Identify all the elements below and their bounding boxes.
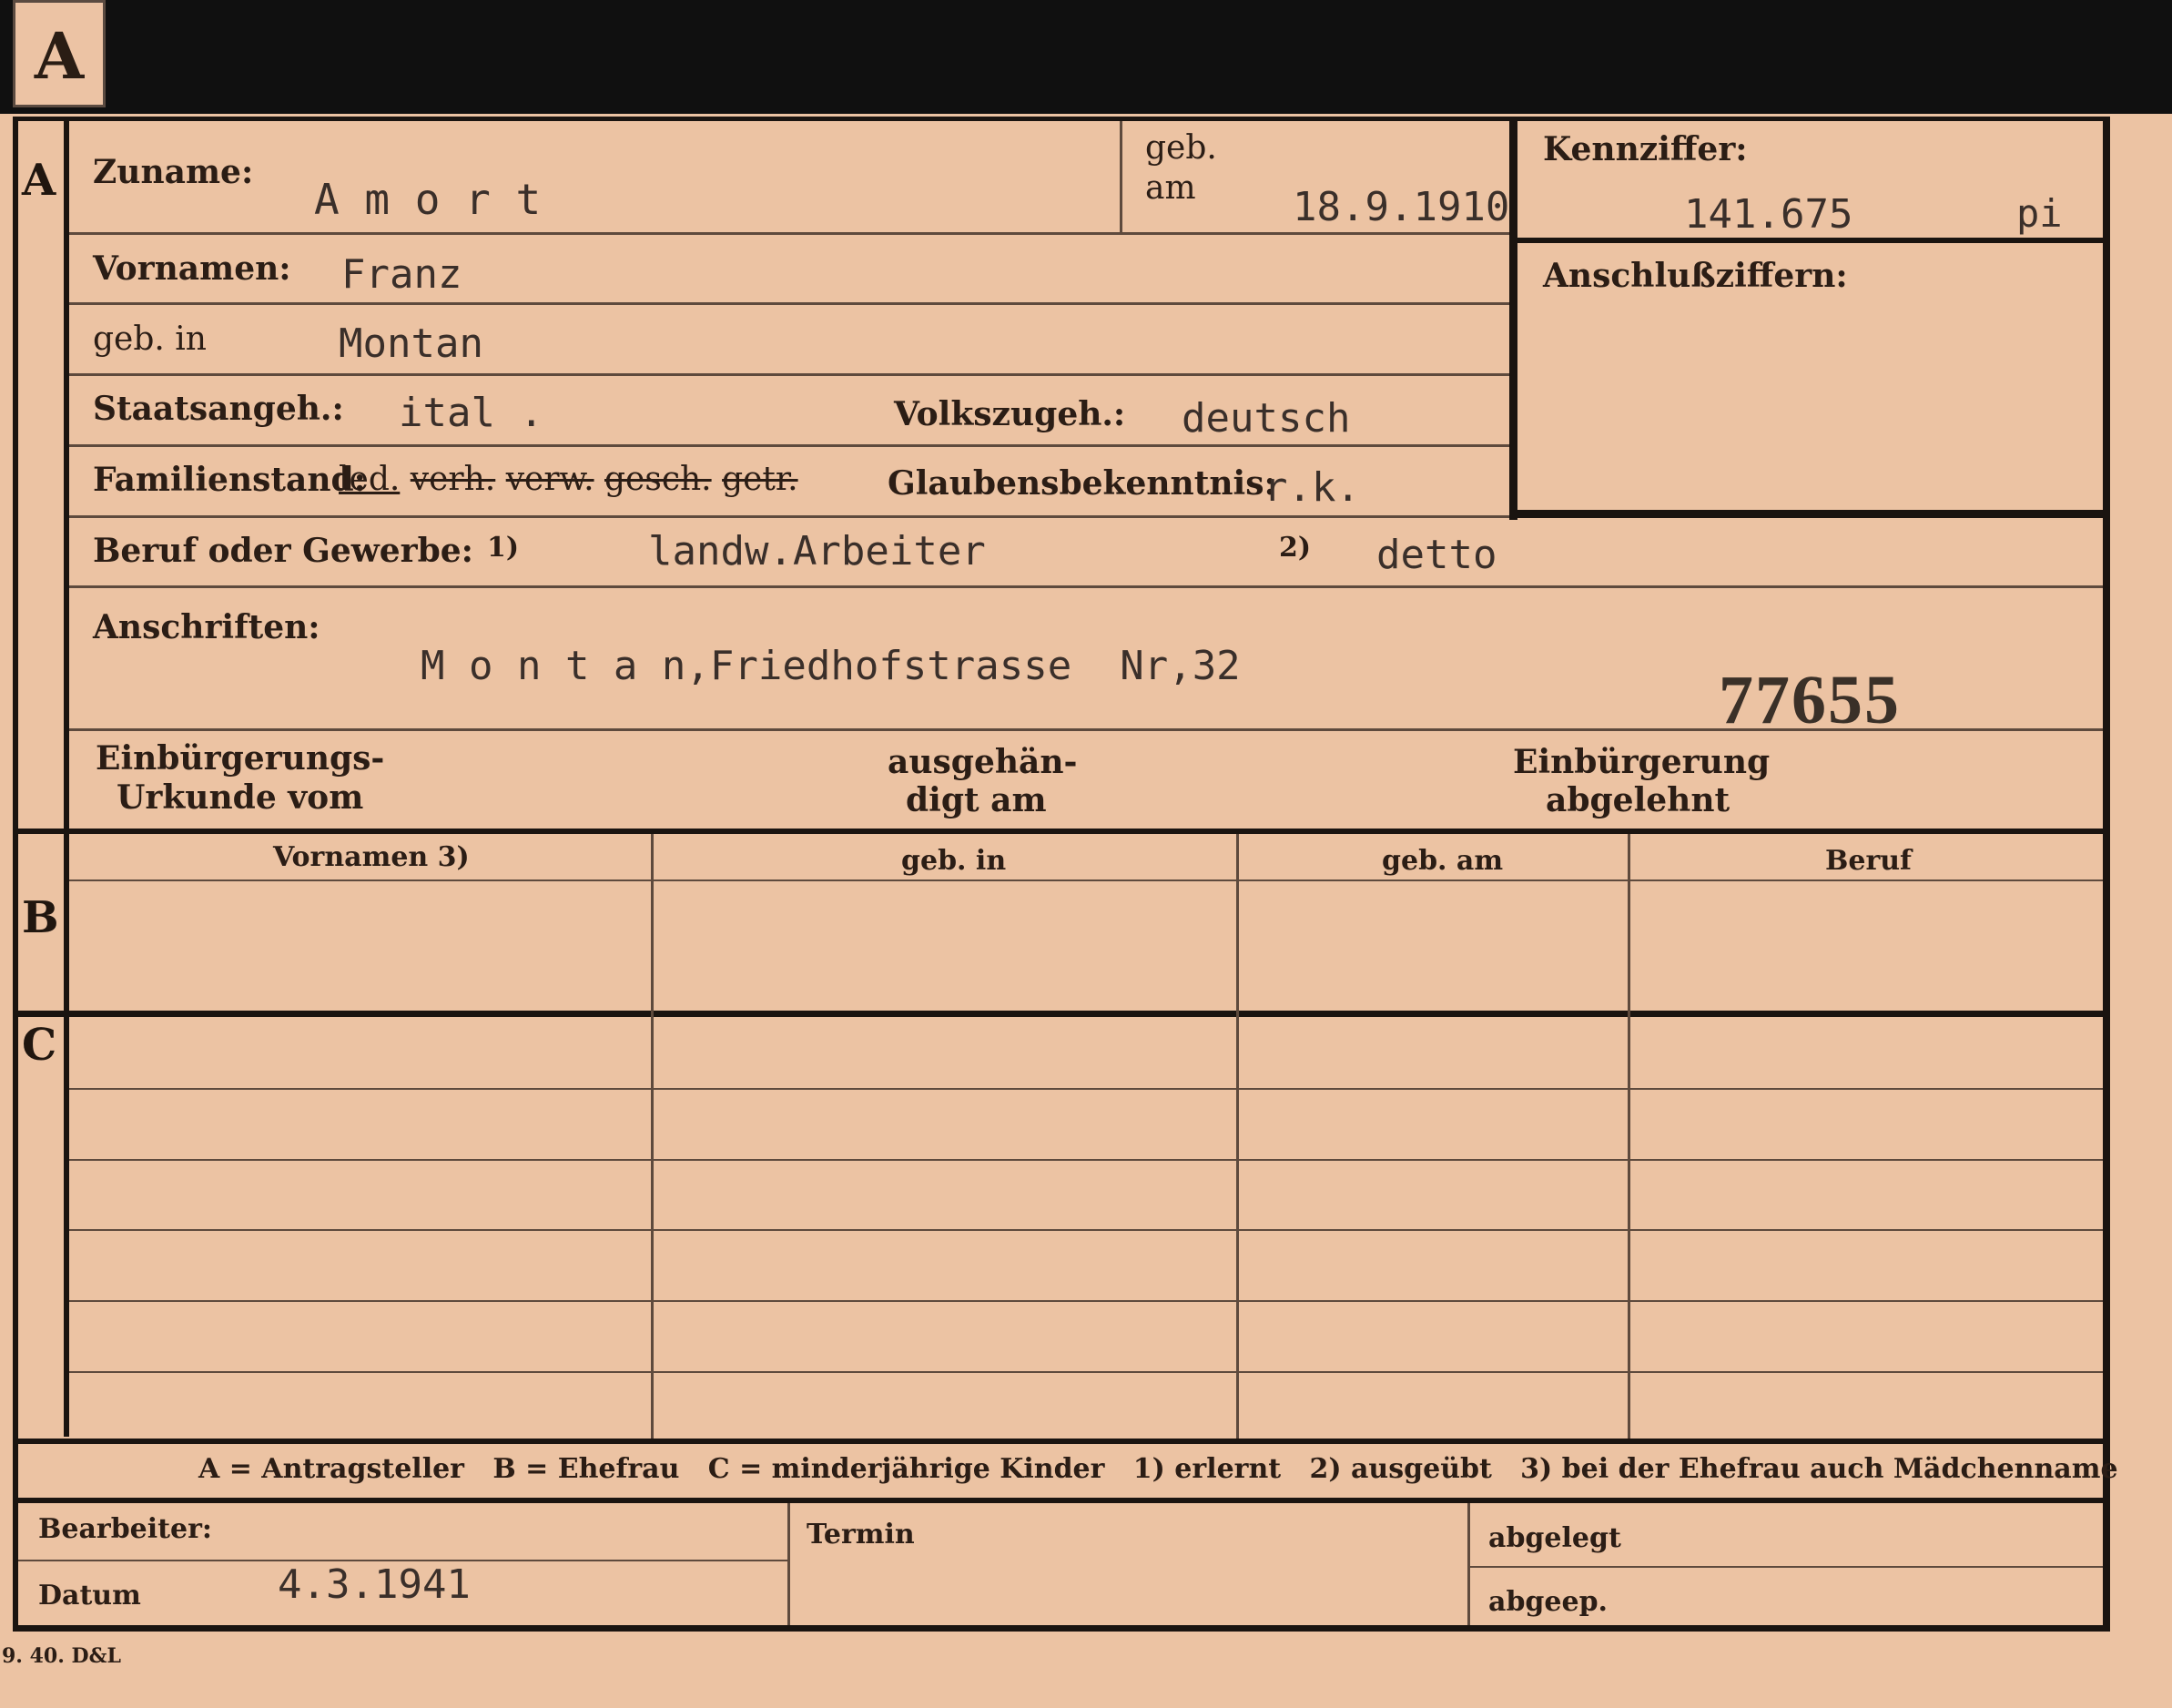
deadline-label: Termin [807, 1519, 915, 1550]
surname-label: Zuname: [93, 153, 254, 191]
table-row-line [69, 1300, 2103, 1302]
table-col-line [1628, 834, 1630, 1439]
first-names-value: Franz [341, 251, 462, 298]
table-header-line [69, 879, 2103, 881]
naturalization-denied-label-1: Einbürgerung [1513, 743, 1771, 781]
profession-label: Beruf oder Gewerbe: [93, 532, 473, 570]
connection-label: Anschlußziffern: [1543, 257, 1848, 295]
table-col-line [651, 834, 654, 1439]
profession-note-1: 1) [487, 532, 520, 564]
card-tab-letter: A [13, 0, 106, 107]
section-letter-c: C [22, 1020, 57, 1071]
address-value: M o n t a n,Friedhofstrasse Nr,32 [421, 643, 1241, 689]
section-b-top [13, 829, 2110, 834]
print-code: 9. 40. D&L [2, 1644, 121, 1668]
table-row-line [69, 1229, 2103, 1231]
frame-top [13, 117, 2110, 121]
profession-learned-value: landw.Arbeiter [648, 528, 986, 574]
table-row-line [69, 1159, 2103, 1161]
profession-practiced-value: detto [1376, 532, 1497, 578]
born-label-2: am [1145, 169, 1196, 207]
footer-col-line [787, 1503, 790, 1625]
row-line [69, 444, 1509, 447]
row-line [69, 585, 2103, 588]
table-col-line [1236, 834, 1239, 1439]
frame-inner-left [64, 117, 69, 1437]
id-box-left [1509, 121, 1517, 520]
frame-right [2103, 117, 2110, 1628]
col-line [1120, 121, 1122, 232]
registration-card: A A B C Zuname: A m o r t geb. am 18.9.1… [0, 0, 2172, 1708]
citizenship-label: Staatsangeh.: [93, 390, 344, 428]
date-label: Datum [38, 1580, 141, 1611]
marital-option: verh. [410, 461, 496, 498]
issued-label-2: digt am [906, 781, 1047, 819]
table-header-birthdate: geb. am [1382, 845, 1504, 877]
religion-value: r.k. [1264, 464, 1360, 511]
id-box-bottom [1517, 510, 2103, 518]
id-label: Kennziffer: [1543, 130, 1748, 168]
sent-label: abgeер. [1488, 1586, 1608, 1618]
citizenship-value: ital . [399, 390, 543, 436]
section-letter-b: B [22, 892, 59, 943]
row-line [69, 232, 1509, 235]
marital-option-selected: led. [339, 461, 401, 498]
legend-text: A = Antragsteller B = Ehefrau C = minder… [198, 1453, 2118, 1485]
date-value: 4.3.1941 [278, 1561, 471, 1608]
legend-top [13, 1439, 2110, 1444]
table-header-birthplace: geb. in [901, 845, 1007, 877]
section-c-top [13, 1011, 2110, 1017]
dark-background-strip [0, 0, 2172, 114]
id-suffix-value: pi [2016, 191, 2063, 236]
naturalization-denied-label-2: abgelehnt [1546, 781, 1730, 819]
naturalization-cert-label-1: Einbürgerungs- [96, 739, 385, 778]
id-box-divider [1517, 238, 2103, 243]
frame-bottom [13, 1625, 2110, 1632]
section-letter-a: A [22, 155, 56, 206]
marital-options: led. verh. verw. gesch. getr. [339, 461, 798, 498]
naturalization-cert-label-2: Urkunde vom [117, 778, 364, 817]
marital-option: gesch. [604, 461, 712, 498]
religion-label: Glaubensbekenntnis: [888, 464, 1276, 503]
surname-value: A m o r t [314, 175, 542, 224]
birthplace-value: Montan [339, 320, 483, 367]
footer-col-line [1467, 1503, 1470, 1625]
born-date-value: 18.9.1910 [1293, 184, 1510, 230]
marital-option: getr. [722, 461, 798, 498]
table-row-line [69, 1088, 2103, 1090]
clerk-label: Bearbeiter: [38, 1513, 212, 1545]
row-line [69, 302, 1509, 305]
id-number-value: 141.675 [1684, 191, 1853, 238]
ethnicity-value: deutsch [1182, 395, 1351, 442]
row-line [69, 373, 1509, 376]
table-header-first-names: Vornamen 3) [273, 841, 470, 873]
ethnicity-label: Volkszugeh.: [894, 395, 1126, 433]
first-names-label: Vornamen: [93, 249, 291, 288]
stamp-number: 77655 [1719, 662, 1901, 738]
marital-status-label: Familienstand: [93, 461, 366, 499]
table-header-profession: Beruf [1825, 845, 1912, 877]
profession-note-2: 2) [1279, 532, 1312, 564]
table-row-line [69, 1371, 2103, 1373]
footer-row-line [1470, 1566, 2103, 1568]
marital-option: verw. [505, 461, 594, 498]
address-label: Anschriften: [93, 608, 320, 646]
issued-label-1: ausgehän- [888, 743, 1078, 781]
frame-left [13, 117, 18, 1628]
footer-top [13, 1498, 2110, 1503]
filed-label: abgelegt [1488, 1522, 1621, 1554]
birthplace-label: geb. in [93, 320, 207, 358]
born-label-1: geb. [1145, 129, 1217, 167]
